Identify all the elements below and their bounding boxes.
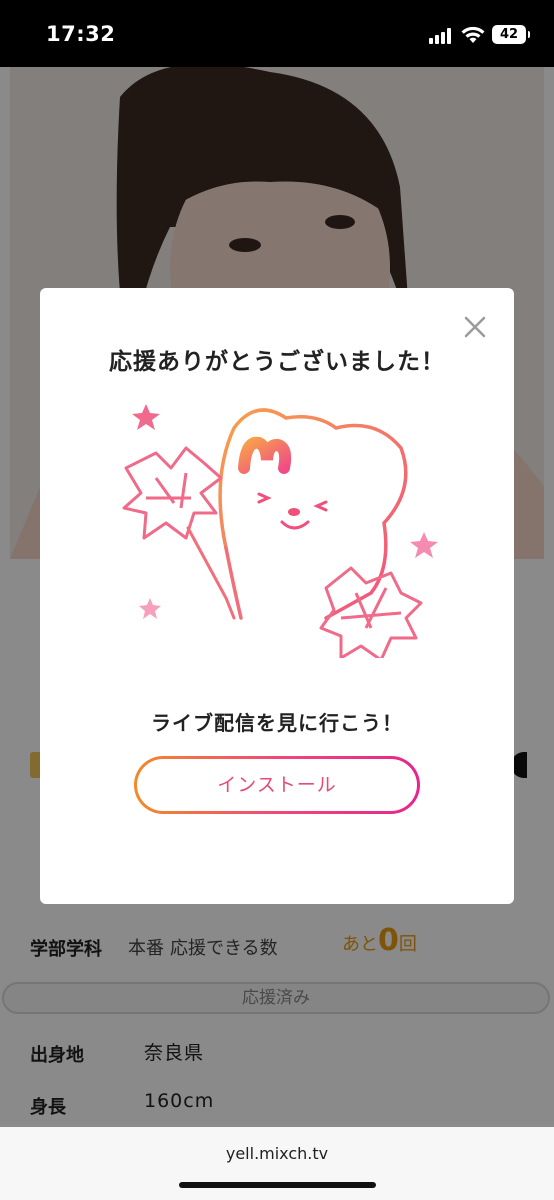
status-time: 17:32 (46, 22, 116, 46)
signal-icon (429, 28, 455, 44)
status-bar: 17:32 42 (0, 0, 554, 67)
pom-pom-left (122, 446, 223, 540)
home-indicator[interactable] (179, 1182, 376, 1188)
url-text[interactable]: yell.mixch.tv (0, 1144, 554, 1163)
install-button-label: インストール (137, 759, 417, 811)
close-icon[interactable] (462, 314, 488, 340)
star-icon (132, 404, 160, 430)
modal-subtitle: ライブ配信を見に行こう！ (151, 711, 403, 735)
cheering-mascot-illustration (122, 404, 438, 658)
thank-you-modal: 応援ありがとうございました！ ライブ配信を見に行こう！ インストール (40, 288, 514, 904)
install-button[interactable]: インストール (134, 756, 420, 814)
wifi-icon (461, 26, 485, 43)
modal-title: 応援ありがとうございました！ (109, 349, 445, 375)
browser-url-bar[interactable]: yell.mixch.tv (0, 1127, 554, 1200)
battery-icon: 42 (492, 25, 530, 44)
